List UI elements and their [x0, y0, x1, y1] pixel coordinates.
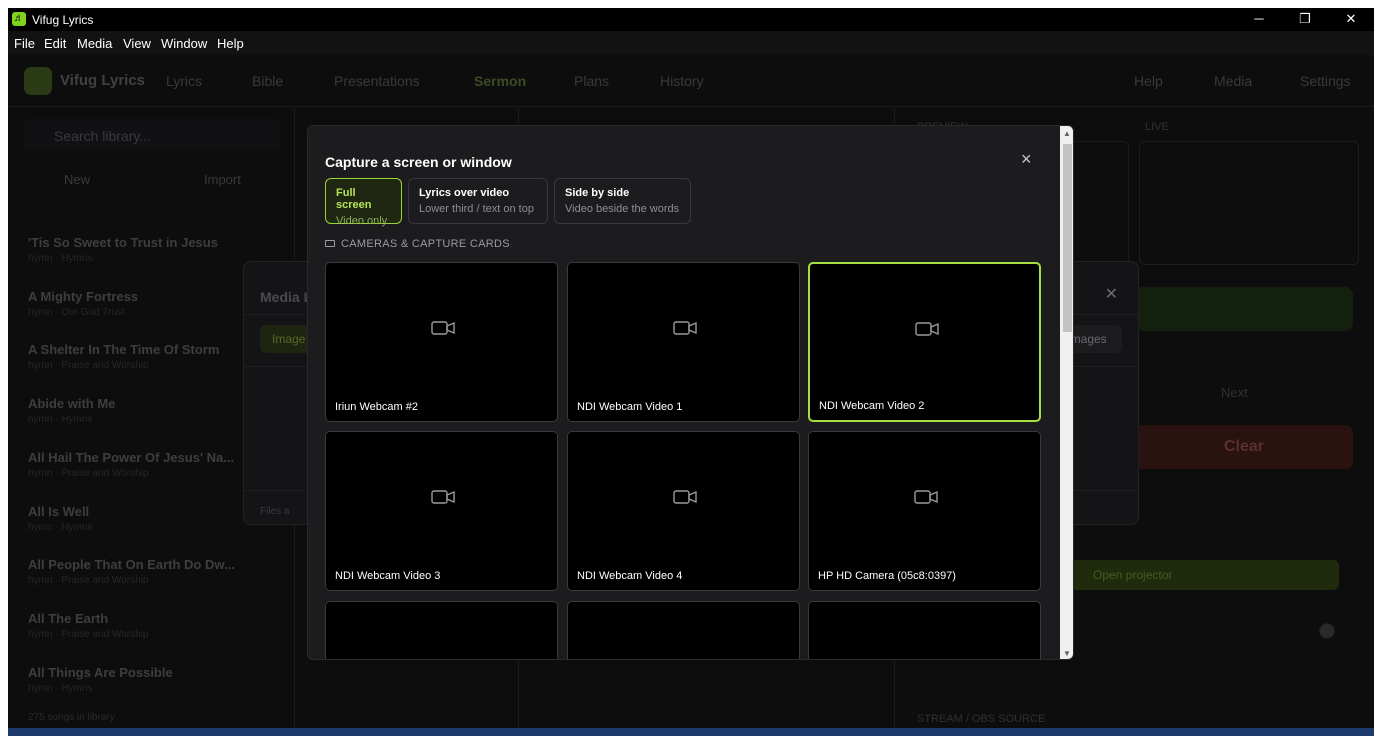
menu-window[interactable]: Window: [161, 36, 207, 51]
list-item[interactable]: 'Tis So Sweet to Trust in Jesus hymn · Hy…: [28, 235, 258, 264]
taskbar-strip: [8, 728, 1374, 736]
mode-sublabel: Video only: [336, 215, 388, 227]
source-tile[interactable]: NDI Webcam Video 1: [567, 262, 800, 422]
list-item[interactable]: All Hail The Power Of Jesus' Na... hymn ·…: [28, 450, 258, 479]
header-help[interactable]: Help: [1134, 73, 1163, 89]
scrollbar-thumb[interactable]: [1063, 144, 1072, 332]
media-dialog-close-icon[interactable]: ✕: [1105, 284, 1118, 304]
video-camera-icon: [673, 490, 697, 504]
nav-plans[interactable]: Plans: [574, 73, 609, 89]
capture-dialog: Capture a screen or window × Full screen…: [307, 125, 1074, 660]
header-media[interactable]: Media: [1214, 73, 1252, 89]
video-camera-icon: [914, 490, 938, 504]
toggle-switch[interactable]: [1319, 623, 1335, 639]
nav-history[interactable]: History: [660, 73, 704, 89]
window-title: Vifug Lyrics: [32, 13, 94, 27]
video-camera-icon: [431, 321, 455, 335]
minimize-button[interactable]: ─: [1236, 8, 1282, 31]
nav-lyrics[interactable]: Lyrics: [166, 73, 202, 89]
mode-label: Full screen: [336, 187, 372, 211]
mode-label: Side by side: [565, 187, 630, 199]
clear-button[interactable]: Clear: [1135, 425, 1353, 469]
scroll-down-icon[interactable]: ▼: [1063, 649, 1071, 658]
menu-bar: File Edit Media View Window Help: [8, 31, 1374, 55]
scroll-up-icon[interactable]: ▲: [1063, 129, 1071, 138]
mode-sublabel: Video beside the words: [565, 203, 680, 215]
close-window-button[interactable]: ✕: [1328, 8, 1374, 31]
source-name: HP HD Camera (05c8:0397): [818, 570, 956, 582]
mode-full-screen[interactable]: Full screen Video only: [325, 178, 402, 227]
maximize-button[interactable]: ❐: [1282, 8, 1328, 31]
menu-edit[interactable]: Edit: [44, 36, 66, 51]
media-dialog-footer: Files a: [260, 506, 290, 517]
close-icon[interactable]: ×: [1021, 149, 1032, 170]
live-label: LIVE: [1145, 121, 1169, 133]
video-camera-icon: [431, 490, 455, 504]
media-dialog-title: Media L: [260, 289, 313, 305]
app-logo-icon: ♬: [12, 12, 26, 26]
source-tile[interactable]: HP HD Camera (05c8:0397): [808, 431, 1041, 591]
list-item[interactable]: All Is Well hymn · Hymns: [28, 504, 258, 533]
source-tile[interactable]: NDI Webcam Video 3: [325, 431, 558, 591]
stream-label: STREAM / OBS SOURCE: [917, 713, 1046, 725]
source-tile[interactable]: [567, 601, 800, 659]
go-live-button[interactable]: [1135, 287, 1353, 331]
list-item[interactable]: A Shelter In The Time Of Storm hymn · Pra…: [28, 342, 258, 371]
live-screen: [1139, 141, 1359, 265]
source-tile[interactable]: NDI Webcam Video 4: [567, 431, 800, 591]
new-song-button[interactable]: New: [64, 172, 90, 187]
capture-scrollbar[interactable]: ▲ ▼: [1060, 126, 1073, 659]
list-item[interactable]: All Things Are Possible hymn · Hymns: [28, 665, 258, 694]
list-item[interactable]: A Mighty Fortress hymn · Our God Trust: [28, 289, 258, 318]
video-camera-icon: [915, 322, 939, 336]
menu-media[interactable]: Media: [77, 36, 112, 51]
app-header: Vifug Lyrics Lyrics Bible Presentations …: [8, 55, 1374, 107]
source-name: NDI Webcam Video 1: [577, 401, 683, 413]
menu-help[interactable]: Help: [217, 36, 244, 51]
nav-sermon[interactable]: Sermon: [474, 73, 526, 89]
mode-lyrics-over-video[interactable]: Lyrics over video Lower third / text on …: [408, 178, 548, 224]
source-tile[interactable]: Iriun Webcam #2: [325, 262, 558, 422]
app-window: ♬ Vifug Lyrics ─ ❐ ✕ File Edit Media Vie…: [8, 8, 1374, 728]
menu-file[interactable]: File: [14, 36, 35, 51]
brand-name: Vifug Lyrics: [60, 72, 146, 89]
capture-dialog-title: Capture a screen or window: [325, 154, 512, 170]
source-name: NDI Webcam Video 4: [577, 570, 683, 582]
list-item[interactable]: All People That On Earth Do Dw... hymn · …: [28, 557, 258, 586]
menu-view[interactable]: View: [123, 36, 151, 51]
section-cameras-label: CAMERAS & CAPTURE CARDS: [325, 238, 510, 250]
source-tile[interactable]: [325, 601, 558, 659]
video-camera-icon: [673, 321, 697, 335]
mode-side-by-side[interactable]: Side by side Video beside the words: [554, 178, 691, 224]
header-settings[interactable]: Settings: [1300, 73, 1351, 89]
next-button[interactable]: Next: [1221, 385, 1248, 400]
source-tile-selected[interactable]: NDI Webcam Video 2: [808, 262, 1041, 422]
source-tile[interactable]: [808, 601, 1041, 659]
source-name: Iriun Webcam #2: [335, 401, 418, 413]
mode-label: Lyrics over video: [419, 187, 510, 199]
nav-presentations[interactable]: Presentations: [334, 73, 420, 89]
title-bar: ♬ Vifug Lyrics ─ ❐ ✕: [8, 8, 1374, 31]
library-search-input[interactable]: Search library...: [24, 119, 280, 151]
brand-logo-icon: [24, 67, 52, 95]
camera-icon: [325, 240, 335, 247]
library-count: 275 songs in library: [28, 712, 115, 723]
source-name: NDI Webcam Video 3: [335, 570, 441, 582]
source-name: NDI Webcam Video 2: [819, 400, 925, 412]
list-item[interactable]: Abide with Me hymn · Hymns: [28, 396, 258, 425]
nav-bible[interactable]: Bible: [252, 73, 283, 89]
import-button[interactable]: Import: [204, 172, 241, 187]
mode-sublabel: Lower third / text on top: [419, 203, 534, 215]
list-item[interactable]: All The Earth hymn · Praise and Worship: [28, 611, 258, 640]
open-projector-button[interactable]: Open projector: [1071, 560, 1339, 590]
